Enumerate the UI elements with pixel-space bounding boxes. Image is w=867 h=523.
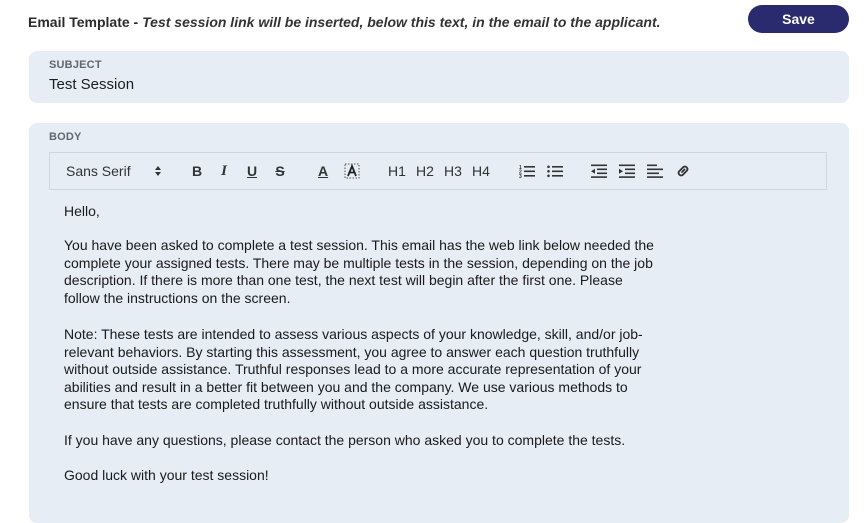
underline-button[interactable]: U — [245, 153, 259, 189]
italic-label: I — [221, 162, 227, 179]
ordered-list-icon: 1 2 3 — [519, 165, 535, 178]
h1-button[interactable]: H1 — [387, 153, 407, 189]
bullet-list-button[interactable] — [546, 153, 564, 189]
save-button[interactable]: Save — [748, 5, 849, 33]
indent-button[interactable] — [618, 153, 636, 189]
editor-toolbar: Sans Serif B I U S A H1 H2 H3 H4 1 2 3 — [49, 152, 827, 190]
background-color-button[interactable] — [343, 153, 361, 189]
h2-button[interactable]: H2 — [415, 153, 435, 189]
font-color-label: A — [317, 163, 329, 179]
align-icon — [647, 164, 663, 178]
h3-button[interactable]: H3 — [443, 153, 463, 189]
bold-button[interactable]: B — [190, 153, 204, 189]
h1-label: H1 — [388, 163, 406, 179]
svg-text:3: 3 — [519, 174, 522, 178]
strike-label: S — [275, 163, 285, 179]
body-paragraph: Good luck with your test session! — [64, 467, 269, 483]
font-select-value: Sans Serif — [66, 163, 131, 179]
underline-label: U — [246, 163, 258, 179]
background-color-icon — [344, 163, 360, 179]
font-color-button[interactable]: A — [316, 153, 330, 189]
subject-card: SUBJECT Test Session — [29, 51, 849, 103]
body-editor[interactable]: Hello, You have been asked to complete a… — [49, 190, 827, 510]
h3-label: H3 — [444, 163, 462, 179]
bold-label: B — [191, 163, 203, 179]
body-paragraph: Note: These tests are intended to assess… — [64, 326, 643, 413]
italic-button[interactable]: I — [217, 153, 231, 189]
select-arrows-icon — [155, 166, 161, 176]
indent-icon — [619, 164, 635, 178]
body-paragraph: Hello, — [64, 203, 100, 219]
outdent-icon — [591, 164, 607, 178]
ordered-list-button[interactable]: 1 2 3 — [518, 153, 536, 189]
title-separator: - — [129, 14, 143, 30]
subject-label: SUBJECT — [49, 59, 102, 71]
h4-label: H4 — [472, 163, 490, 179]
body-card: BODY Sans Serif B I U S A H1 H2 H3 H4 1 … — [29, 123, 849, 523]
link-icon — [677, 165, 689, 177]
body-paragraph: You have been asked to complete a test s… — [64, 237, 654, 306]
align-button[interactable] — [646, 153, 664, 189]
h2-label: H2 — [416, 163, 434, 179]
body-label: BODY — [49, 131, 82, 143]
body-paragraph: If you have any questions, please contac… — [64, 432, 626, 448]
h4-button[interactable]: H4 — [471, 153, 491, 189]
outdent-button[interactable] — [590, 153, 608, 189]
title-note: Test session link will be inserted, belo… — [142, 14, 661, 30]
link-button[interactable] — [674, 153, 692, 189]
strike-button[interactable]: S — [273, 153, 287, 189]
page-title: Email Template - Test session link will … — [28, 14, 661, 30]
bullet-list-icon — [547, 165, 563, 178]
subject-input[interactable]: Test Session — [49, 76, 134, 93]
page-title-text: Email Template — [28, 14, 130, 30]
font-select[interactable]: Sans Serif — [66, 153, 161, 189]
